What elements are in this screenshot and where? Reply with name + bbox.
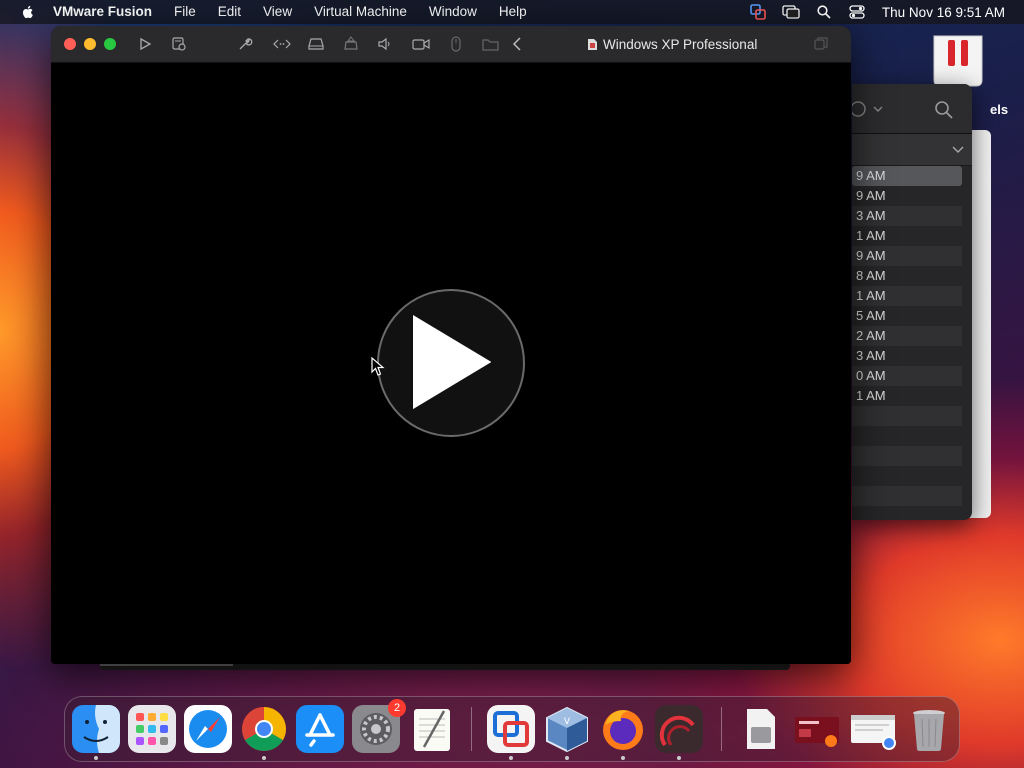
dock-virtualbox[interactable]: V [543,705,591,760]
presentation-thumbnail-icon [795,717,839,747]
chrome-window-icon [851,715,896,750]
menu-view[interactable]: View [263,0,292,24]
apple-icon[interactable] [20,4,36,20]
document-icon [747,709,775,749]
dock-system-settings[interactable]: 2 [352,699,406,753]
list-item[interactable]: 5 AM [852,306,962,326]
menu-file[interactable]: File [174,0,196,24]
list-item[interactable]: 8 AM [852,266,962,286]
menu-app-name[interactable]: VMware Fusion [53,0,152,24]
background-window-toolbar [852,84,972,134]
background-window-filter[interactable] [852,134,972,166]
dock-safari[interactable] [184,705,232,753]
parallels-icon[interactable] [928,32,988,90]
dock-textedit[interactable] [408,705,456,753]
safari-icon [184,705,232,753]
virtualbox-icon: V [546,706,588,753]
hard-disk-icon[interactable] [306,34,326,54]
zoom-button[interactable] [104,38,116,50]
dock-firefox[interactable] [599,705,647,760]
dock-presentation[interactable] [793,705,841,753]
vm-play-button[interactable] [377,289,525,437]
dock-app-store[interactable] [296,705,344,753]
control-center-icon[interactable] [848,4,866,20]
background-window-label: els [990,102,1009,117]
background-window[interactable]: 9 AM 9 AM 3 AM 1 AM 9 AM 8 AM 1 AM 5 AM … [852,84,972,520]
settings-wrench-icon[interactable] [235,34,255,54]
network-icon[interactable] [272,34,292,54]
list-item-empty [852,446,962,466]
menubar-clock[interactable]: Thu Nov 16 9:51 AM [882,5,1005,20]
cd-drive-icon[interactable] [341,34,361,54]
list-item[interactable]: 9 AM [852,166,962,186]
vmware-status-icon[interactable] [749,4,767,20]
list-item-empty [852,426,962,446]
vm-toolbar: Windows XP Professional [51,26,851,63]
dock-separator [721,707,722,751]
list-item-empty [852,486,962,506]
list-item[interactable]: 9 AM [852,186,962,206]
sound-icon[interactable] [375,34,395,54]
chevron-down-icon[interactable] [952,146,964,154]
menu-edit[interactable]: Edit [218,0,241,24]
finder-icon [72,705,120,753]
dock: 2 V [64,696,960,762]
vm-window[interactable]: Windows XP Professional [51,26,851,664]
dock-trash[interactable] [905,705,953,753]
menu-virtual-machine[interactable]: Virtual Machine [314,0,407,24]
close-button[interactable] [64,38,76,50]
list-item[interactable]: 2 AM [852,326,962,346]
mouse-cursor-icon [371,357,385,376]
window-title: Windows XP Professional [587,26,757,63]
fullscreen-icon[interactable] [811,34,831,54]
search-icon[interactable] [934,100,954,120]
camera-icon[interactable] [411,34,431,54]
list-item[interactable]: 1 AM [852,286,962,306]
vm-screen[interactable] [51,63,851,664]
play-icon[interactable] [135,34,155,54]
window-controls [64,38,124,50]
menu-window[interactable]: Window [429,0,477,24]
dock-separator [471,707,472,751]
window-title-text: Windows XP Professional [603,37,758,52]
list-item[interactable]: 3 AM [852,206,962,226]
dock-document[interactable] [737,705,785,753]
parallels-icon [655,705,703,753]
vm-document-icon [588,39,597,50]
background-window-list: 9 AM 9 AM 3 AM 1 AM 9 AM 8 AM 1 AM 5 AM … [852,166,972,506]
search-icon[interactable] [815,4,833,20]
list-item[interactable]: 1 AM [852,386,962,406]
menu-help[interactable]: Help [499,0,527,24]
menu-bar: VMware Fusion File Edit View Virtual Mac… [0,0,1024,24]
trash-icon [913,710,945,751]
list-item-empty [852,406,962,426]
svg-text:V: V [564,717,571,727]
screen-mirroring-icon[interactable] [782,4,800,20]
usb-icon[interactable] [446,34,466,54]
list-item[interactable]: 3 AM [852,346,962,366]
firefox-icon [603,710,643,750]
launchpad-icon [128,705,176,753]
clock-icon[interactable] [852,100,888,118]
chrome-icon [242,707,286,751]
shared-folder-icon[interactable] [481,34,501,54]
dock-parallels[interactable] [655,705,703,760]
minimize-button[interactable] [84,38,96,50]
snapshot-icon[interactable] [169,34,189,54]
dock-chrome-window[interactable] [849,705,897,753]
chevron-left-icon[interactable] [507,34,527,54]
list-item-empty [852,466,962,486]
dock-launchpad[interactable] [128,705,176,753]
dock-chrome[interactable] [240,705,288,760]
app-store-icon [296,705,344,753]
dock-vmware-fusion[interactable] [487,705,535,760]
list-item[interactable]: 9 AM [852,246,962,266]
dock-finder[interactable] [72,705,120,760]
vmware-fusion-icon [487,705,535,753]
notification-badge: 2 [388,699,406,717]
play-icon [413,315,491,410]
list-item[interactable]: 0 AM [852,366,962,386]
list-item[interactable]: 1 AM [852,226,962,246]
textedit-icon [414,709,450,751]
